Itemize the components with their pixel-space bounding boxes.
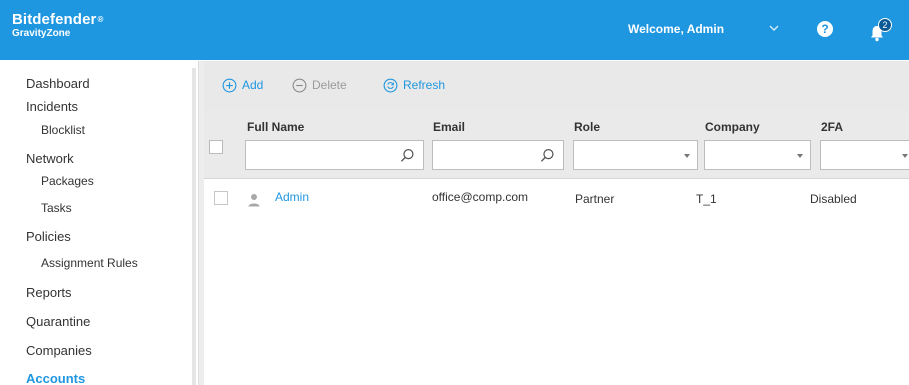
search-icon	[400, 148, 414, 162]
cell-role: Partner	[575, 192, 615, 206]
sidebar-item-reports[interactable]: Reports	[26, 285, 72, 300]
refresh-label: Refresh	[403, 78, 446, 92]
sidebar-item-quarantine[interactable]: Quarantine	[26, 314, 90, 329]
brand-product: GravityZone	[12, 28, 71, 39]
filter-company-select[interactable]	[704, 140, 811, 170]
top-bar: Bitdefender® GravityZone Welcome, Admin …	[0, 0, 909, 60]
cell-company: T_1	[696, 192, 717, 206]
brand-name: Bitdefender	[12, 11, 97, 28]
sidebar-item-blocklist[interactable]: Blocklist	[41, 123, 85, 137]
column-2fa[interactable]: 2FA	[821, 120, 843, 134]
sidebar-scrollbar[interactable]	[192, 68, 196, 385]
dropdown-caret-icon	[902, 154, 908, 158]
delete-button[interactable]: Delete	[292, 61, 347, 109]
dropdown-caret-icon	[797, 154, 803, 158]
app-window: Bitdefender® GravityZone Welcome, Admin …	[0, 0, 909, 385]
add-icon	[222, 78, 237, 92]
filter-email-input[interactable]	[432, 140, 564, 170]
help-icon[interactable]: ?	[817, 21, 833, 37]
welcome-user[interactable]: Welcome, Admin	[628, 22, 724, 36]
sidebar-item-assignment-rules[interactable]: Assignment Rules	[41, 256, 138, 270]
row-checkbox[interactable]	[214, 191, 228, 205]
refresh-icon	[383, 78, 398, 92]
column-company[interactable]: Company	[705, 120, 760, 134]
sidebar-item-dashboard[interactable]: Dashboard	[26, 76, 90, 91]
filter-role-select[interactable]	[573, 140, 698, 170]
user-icon	[248, 194, 260, 207]
cell-full-name[interactable]: Admin	[275, 190, 309, 204]
select-all-checkbox[interactable]	[209, 140, 223, 154]
sidebar: Dashboard Incidents Blocklist Network Pa…	[0, 61, 192, 385]
sidebar-item-packages[interactable]: Packages	[41, 174, 94, 188]
sidebar-item-companies[interactable]: Companies	[26, 343, 92, 358]
filter-2fa-select[interactable]	[820, 140, 909, 170]
sidebar-item-policies[interactable]: Policies	[26, 229, 71, 244]
filter-full-name-input[interactable]	[245, 140, 424, 170]
add-button[interactable]: Add	[222, 61, 263, 109]
add-label: Add	[242, 78, 264, 92]
column-role[interactable]: Role	[574, 120, 600, 134]
sidebar-item-incidents[interactable]: Incidents	[26, 99, 78, 114]
cell-email: office@comp.com	[432, 190, 528, 204]
refresh-button[interactable]: Refresh	[383, 61, 445, 109]
table-row[interactable]	[204, 179, 909, 213]
column-full-name[interactable]: Full Name	[247, 120, 304, 134]
dropdown-caret-icon	[684, 154, 690, 158]
main-panel: Add Delete Refresh Full Name Email Role …	[204, 61, 909, 385]
chevron-down-icon[interactable]	[767, 20, 781, 36]
sidebar-item-network[interactable]: Network	[26, 151, 74, 166]
cell-2fa: Disabled	[810, 192, 857, 206]
toolbar: Add Delete Refresh	[204, 61, 909, 109]
column-email[interactable]: Email	[433, 120, 465, 134]
delete-icon	[292, 78, 307, 92]
sidebar-item-tasks[interactable]: Tasks	[41, 201, 72, 215]
delete-label: Delete	[312, 78, 347, 92]
brand-logo[interactable]: Bitdefender® GravityZone	[12, 12, 103, 40]
search-icon	[540, 148, 554, 162]
notification-badge: 2	[878, 18, 892, 32]
sidebar-item-accounts[interactable]: Accounts	[26, 371, 85, 385]
